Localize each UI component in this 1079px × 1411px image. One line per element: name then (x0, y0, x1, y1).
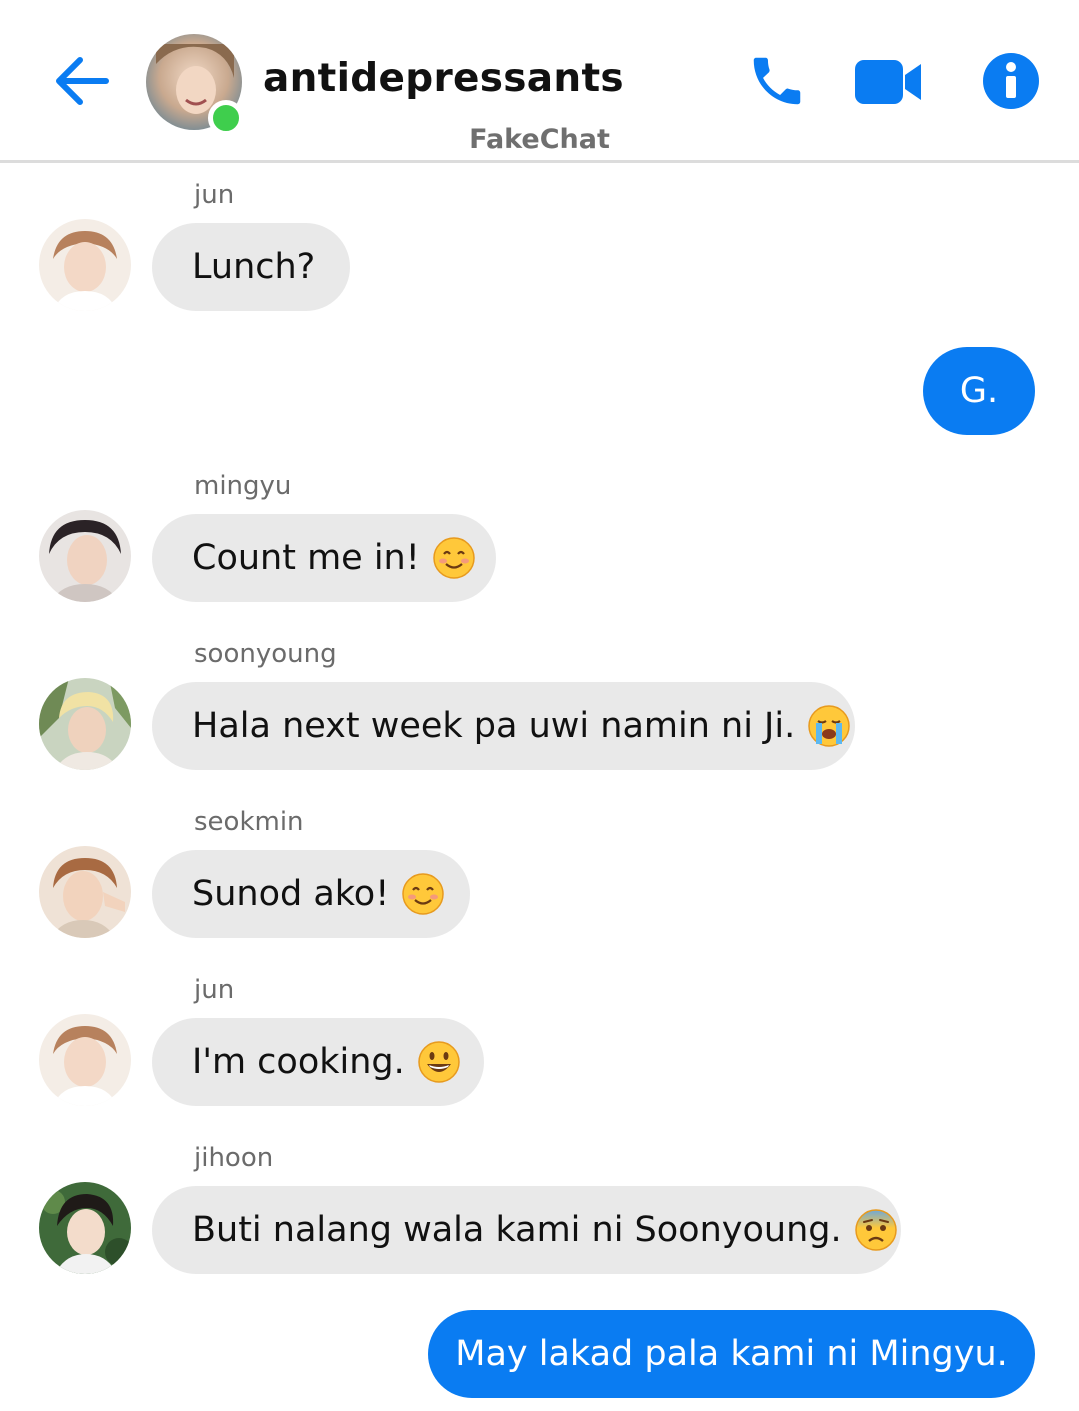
message-bubble-outgoing[interactable]: May lakad pala kami ni Mingyu. (428, 1310, 1035, 1398)
smiling-face-icon (402, 873, 445, 915)
message-text: I'm cooking. (192, 1042, 405, 1082)
loudly-crying-face-icon (808, 705, 850, 747)
sender-name: seokmin (194, 807, 304, 837)
video-camera-icon[interactable] (855, 58, 923, 106)
anxious-face-icon (854, 1209, 897, 1251)
message-bubble[interactable]: Lunch? (152, 223, 350, 311)
avatar[interactable] (39, 219, 131, 311)
avatar[interactable] (39, 1182, 131, 1274)
sender-name: mingyu (194, 471, 292, 501)
avatar[interactable] (39, 510, 131, 602)
message-bubble[interactable]: Count me in! (152, 514, 496, 602)
message-text: May lakad pala kami ni Mingyu. (455, 1334, 1008, 1374)
message-text: Count me in! (192, 538, 420, 578)
message-bubble[interactable]: Sunod ako! (152, 850, 470, 938)
message-bubble[interactable]: I'm cooking. (152, 1018, 484, 1106)
watermark-label: FakeChat (469, 124, 610, 155)
sender-name: jihoon (194, 1143, 274, 1173)
back-arrow-icon[interactable] (50, 52, 112, 110)
grinning-face-icon (418, 1041, 460, 1083)
avatar[interactable] (39, 678, 131, 770)
info-icon[interactable] (982, 52, 1040, 110)
phone-icon[interactable] (746, 50, 808, 112)
message-text: Buti nalang wala kami ni Soonyoung. (192, 1210, 842, 1250)
sender-name: jun (194, 180, 235, 210)
message-text: Hala next week pa uwi namin ni Ji. (192, 706, 796, 746)
sender-name: jun (194, 975, 235, 1005)
message-bubble[interactable]: Buti nalang wala kami ni Soonyoung. (152, 1186, 901, 1274)
message-bubble-outgoing[interactable]: G. (923, 347, 1035, 435)
message-bubble[interactable]: Hala next week pa uwi namin ni Ji. (152, 682, 855, 770)
avatar[interactable] (39, 1014, 131, 1106)
avatar[interactable] (39, 846, 131, 938)
chat-header: antidepressants FakeChat (0, 0, 1079, 163)
chat-title[interactable]: antidepressants (263, 56, 624, 101)
message-text: Lunch? (192, 247, 316, 287)
sender-name: soonyoung (194, 639, 337, 669)
message-text: Sunod ako! (192, 874, 390, 914)
message-text: G. (959, 371, 999, 411)
smiling-face-icon (433, 537, 475, 579)
